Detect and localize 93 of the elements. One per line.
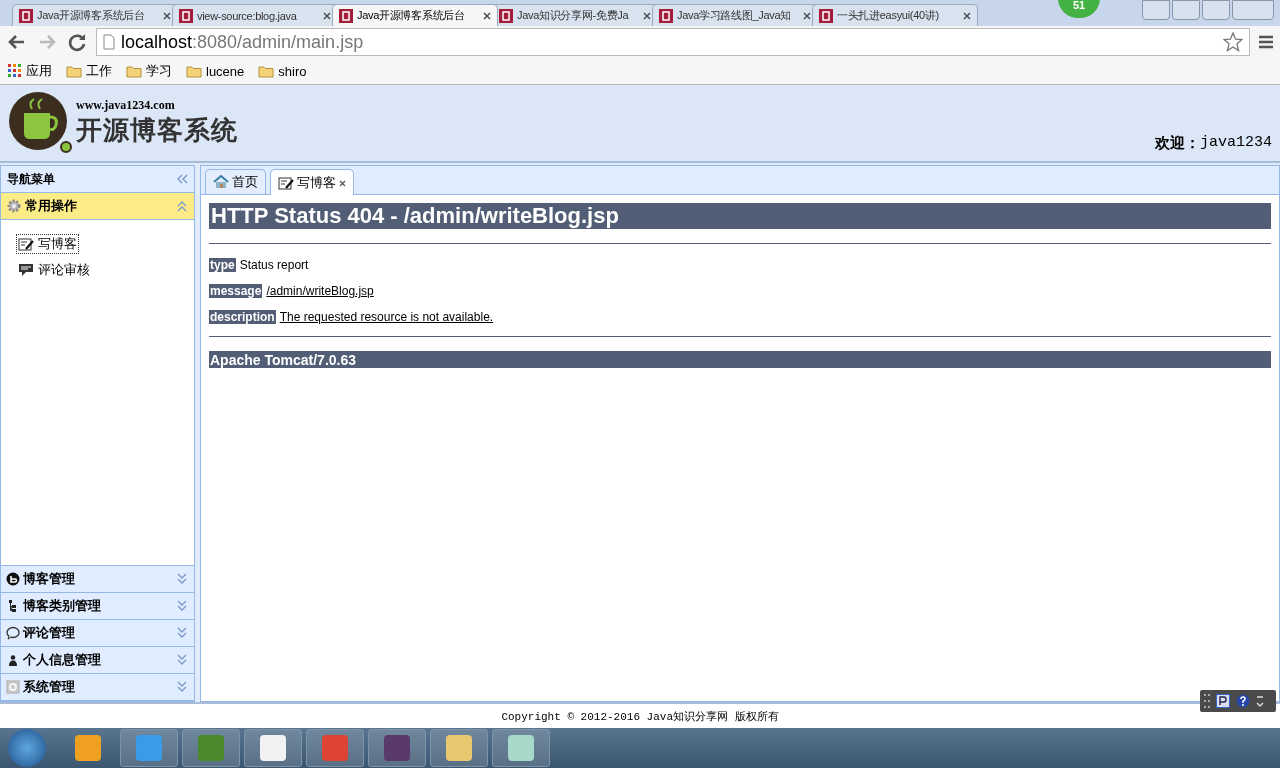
accordion-header[interactable]: 系统管理	[1, 674, 194, 701]
taskbar-app-button[interactable]	[492, 729, 550, 767]
close-button[interactable]	[1232, 0, 1274, 20]
site-url: www.java1234.com	[76, 98, 176, 113]
app-icon	[384, 735, 410, 761]
person-icon	[6, 653, 20, 667]
user-button[interactable]	[1142, 0, 1170, 20]
chevron-down-icon	[176, 573, 188, 585]
app-icon	[75, 735, 101, 761]
accordion-header[interactable]: 评论管理	[1, 620, 194, 647]
field-label: description	[209, 310, 276, 324]
chevron-down-icon	[176, 627, 188, 639]
accordion-header[interactable]: 个人信息管理	[1, 647, 194, 674]
accordion-header[interactable]: 常用操作	[1, 193, 194, 220]
page-icon	[103, 34, 115, 50]
field-label: type	[209, 258, 236, 272]
bookmark-link[interactable]: lucene	[186, 63, 245, 79]
field-value: The requested resource is not available.	[279, 310, 494, 324]
settings-icon	[6, 680, 20, 694]
apps-grid-icon	[8, 64, 22, 78]
favicon-icon	[819, 8, 833, 23]
favicon-icon	[659, 8, 673, 23]
close-icon[interactable]	[803, 11, 811, 20]
app-icon	[136, 735, 162, 761]
address-field[interactable]: localhost:8080/admin/main.jsp	[96, 28, 1250, 56]
bookmark-link[interactable]: 学习	[126, 62, 172, 80]
copyright-text: Copyright © 2012-2016 Java知识分享网 版权所有	[501, 709, 779, 724]
folder-icon	[258, 64, 275, 78]
close-icon[interactable]	[963, 11, 971, 20]
menu-icon[interactable]	[1258, 34, 1274, 50]
home-icon	[213, 175, 229, 189]
favicon-icon	[179, 8, 193, 23]
star-icon[interactable]	[1223, 32, 1243, 52]
field-label: message	[209, 284, 263, 298]
collapse-icon[interactable]	[176, 174, 188, 184]
app-icon	[260, 735, 286, 761]
folder-icon	[186, 64, 202, 78]
menu-item[interactable]: 写博客	[16, 234, 79, 254]
reload-icon[interactable]	[66, 31, 88, 53]
close-icon[interactable]	[339, 179, 346, 187]
app-icon	[446, 735, 472, 761]
browser-tab[interactable]: Java开源博客系统后台	[332, 4, 498, 26]
edit-icon	[278, 175, 294, 190]
server-info: Apache Tomcat/7.0.63	[209, 351, 1271, 368]
close-icon[interactable]	[643, 11, 651, 20]
close-icon[interactable]	[323, 11, 331, 20]
gear-icon	[6, 198, 22, 214]
site-name: 开源博客系统	[76, 114, 238, 147]
bookmark-link[interactable]: 应用	[8, 62, 52, 80]
minimize-button[interactable]	[1172, 0, 1200, 20]
maximize-button[interactable]	[1202, 0, 1230, 20]
sidebar-title: 导航菜单	[7, 170, 55, 188]
browser-tab[interactable]: 一头扎进easyui(40讲)	[812, 4, 978, 26]
chevron-down-icon	[176, 654, 188, 666]
blog-icon	[6, 572, 20, 586]
speech-bubble-icon	[6, 626, 20, 640]
chevron-up-icon	[176, 200, 188, 212]
options-icon[interactable]	[1256, 694, 1264, 708]
favicon-icon	[19, 8, 33, 23]
chevron-down-icon	[176, 600, 188, 612]
comment-icon	[18, 263, 34, 277]
app-icon	[198, 735, 224, 761]
accordion-header[interactable]: 博客管理	[1, 566, 194, 593]
content-tab[interactable]: 首页	[205, 169, 266, 194]
pen-pad-icon[interactable]	[1216, 694, 1230, 708]
accordion-header[interactable]: 博客类别管理	[1, 593, 194, 620]
address-text: localhost:8080/admin/main.jsp	[121, 31, 364, 53]
bookmark-link[interactable]: shiro	[258, 63, 307, 79]
field-value: /admin/writeBlog.jsp	[266, 284, 374, 298]
close-icon[interactable]	[163, 11, 171, 20]
app-icon	[322, 735, 348, 761]
folder-icon	[66, 64, 82, 78]
coffee-cup-logo-icon	[8, 91, 72, 155]
close-icon[interactable]	[483, 11, 491, 20]
content-tab[interactable]: 写博客	[270, 169, 354, 195]
username: java1234	[1200, 134, 1272, 153]
error-heading: HTTP Status 404 - /admin/writeBlog.jsp	[209, 203, 1271, 229]
chevron-down-icon	[176, 681, 188, 693]
taskbar-app-button[interactable]	[244, 729, 302, 767]
edit-icon	[18, 237, 34, 251]
favicon-icon	[499, 8, 513, 23]
menu-item[interactable]: 评论审核	[16, 260, 92, 280]
taskbar-app-button[interactable]	[430, 729, 488, 767]
welcome-label: 欢迎：	[1155, 134, 1200, 153]
start-button[interactable]	[8, 729, 46, 767]
taskbar-app-button[interactable]	[368, 729, 426, 767]
app-icon	[508, 735, 534, 761]
bookmark-link[interactable]: 工作	[66, 62, 112, 80]
field-value: Status report	[239, 258, 309, 272]
favicon-icon	[339, 8, 353, 23]
grip-icon	[1204, 694, 1210, 708]
folder-icon	[126, 64, 142, 78]
help-icon[interactable]	[1236, 694, 1250, 708]
